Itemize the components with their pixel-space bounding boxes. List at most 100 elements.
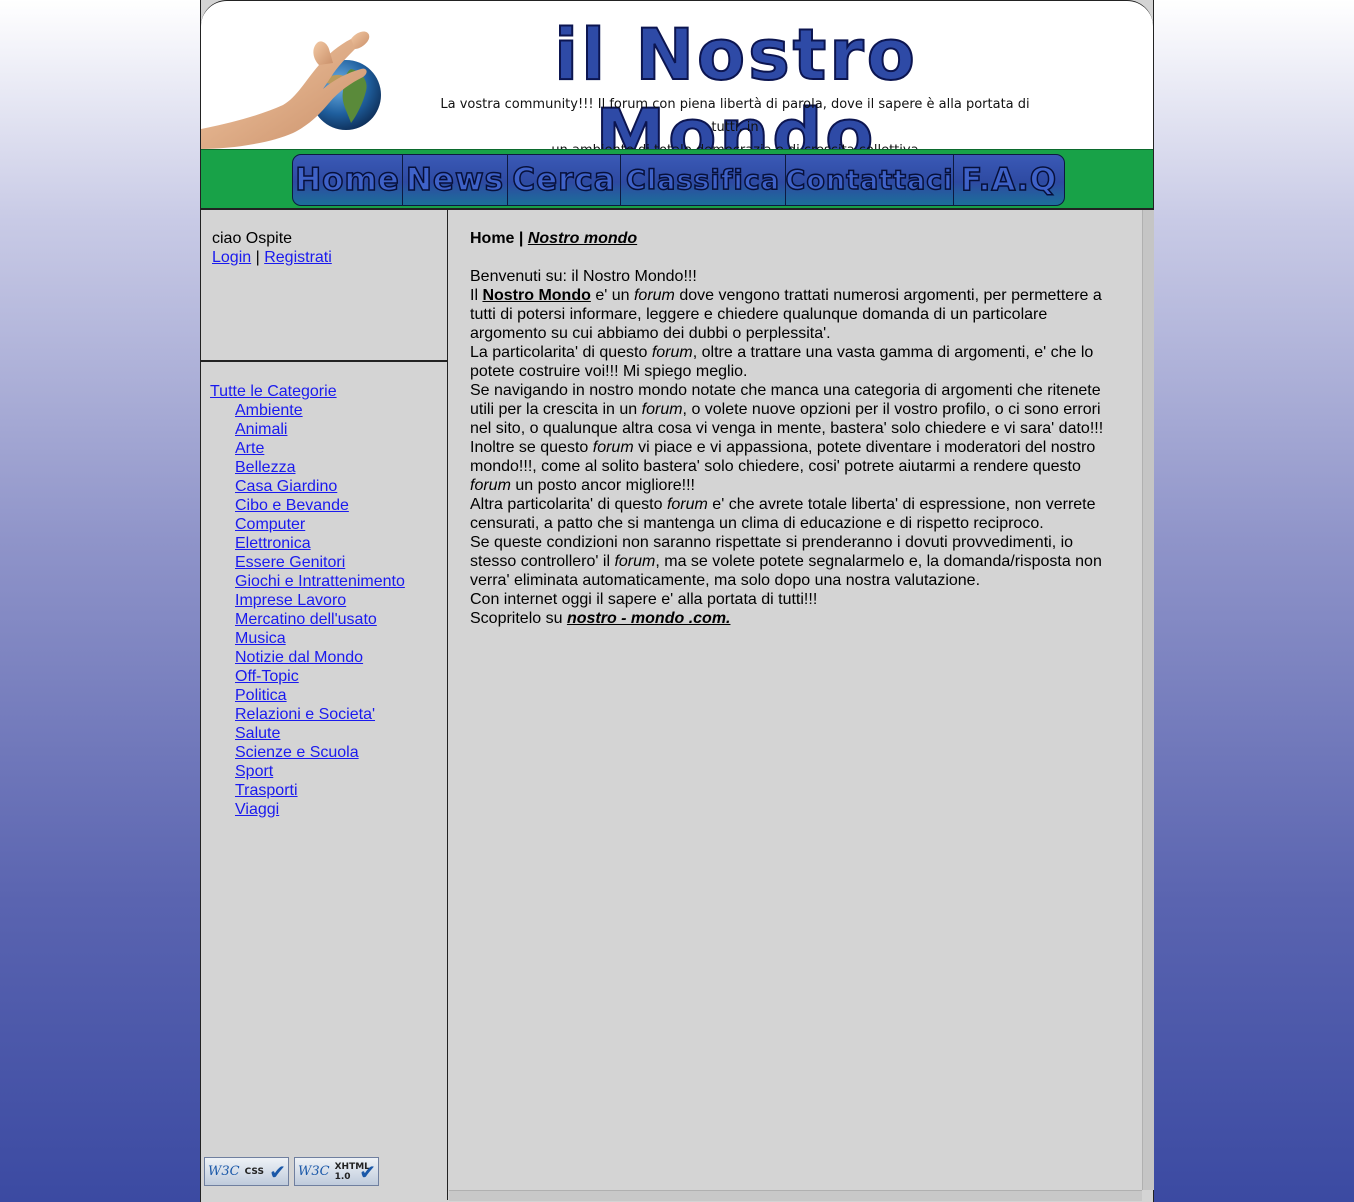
breadcrumb: Home | Nostro mondo bbox=[470, 229, 1121, 248]
nav-faq-button[interactable]: F.A.Q bbox=[954, 155, 1064, 205]
tagline-line-1: La vostra community!!! Il forum con pien… bbox=[440, 97, 1030, 135]
paragraph-particularity: La particolarita' di questo forum, oltre… bbox=[470, 343, 1121, 381]
nav-news-button[interactable]: News bbox=[403, 155, 508, 205]
paragraph-intro: Il Nostro Mondo e' un forum dove vengono… bbox=[470, 286, 1121, 343]
text-run: La particolarita' di questo bbox=[470, 344, 652, 361]
category-link-casa-giardino[interactable]: Casa Giardino bbox=[235, 478, 337, 495]
list-item: Scienze e Scuola bbox=[235, 743, 405, 762]
category-link-computer[interactable]: Computer bbox=[235, 516, 305, 533]
forum-emphasis: forum bbox=[633, 287, 675, 304]
category-link-cibo-bevande[interactable]: Cibo e Bevande bbox=[235, 497, 349, 514]
w3c-xhtml-badge[interactable]: W3C XHTML 1.0 ✔ bbox=[294, 1157, 379, 1186]
category-link-sport[interactable]: Sport bbox=[235, 763, 273, 780]
nav-classifica-button[interactable]: Classifica bbox=[621, 155, 786, 205]
checkmark-icon: ✔ bbox=[359, 1162, 376, 1184]
breadcrumb-home: Home bbox=[470, 230, 515, 247]
breadcrumb-current-link[interactable]: Nostro mondo bbox=[528, 230, 637, 247]
nav-cerca-button[interactable]: Cerca bbox=[508, 155, 621, 205]
list-item: Notizie dal Mondo bbox=[235, 648, 405, 667]
category-link-ambiente[interactable]: Ambiente bbox=[235, 402, 303, 419]
paragraph-moderators: Inoltre se questo forum vi piace e vi ap… bbox=[470, 438, 1121, 495]
user-box: ciao Ospite Login | Registrati bbox=[212, 229, 332, 267]
category-link-musica[interactable]: Musica bbox=[235, 630, 286, 647]
validation-badges: W3C CSS ✔ W3C XHTML 1.0 ✔ bbox=[204, 1157, 379, 1186]
category-link-giochi[interactable]: Giochi e Intrattenimento bbox=[235, 573, 405, 590]
category-link-elettronica[interactable]: Elettronica bbox=[235, 535, 311, 552]
category-link-trasporti[interactable]: Trasporti bbox=[235, 782, 298, 799]
content-vertical-scrollbar[interactable] bbox=[1142, 210, 1154, 1190]
category-link-scienze[interactable]: Scienze e Scuola bbox=[235, 744, 359, 761]
category-link-animali[interactable]: Animali bbox=[235, 421, 287, 438]
paragraph-internet: Con internet oggi il sapere e' alla port… bbox=[470, 591, 818, 608]
site-header: il Nostro Mondo La vostra community!!! I… bbox=[201, 0, 1153, 150]
list-item: Cibo e Bevande bbox=[235, 496, 405, 515]
hand-holding-globe-image bbox=[201, 31, 381, 149]
list-item: Giochi e Intrattenimento bbox=[235, 572, 405, 591]
w3c-logo: W3C bbox=[298, 1164, 330, 1179]
text-run: Scopritelo su bbox=[470, 610, 567, 627]
list-item: Mercatino dell'usato bbox=[235, 610, 405, 629]
badge-label-version: 1.0 bbox=[334, 1171, 351, 1182]
text-run: Inoltre se questo bbox=[470, 439, 593, 456]
nav-contattaci-button[interactable]: Contattaci bbox=[785, 155, 954, 205]
paragraph-rules: Se queste condizioni non saranno rispett… bbox=[470, 533, 1121, 590]
forum-emphasis: forum bbox=[592, 439, 634, 456]
sidebar-divider bbox=[201, 360, 448, 362]
main-navbar: Home News Cerca Classifica Contattaci F.… bbox=[201, 149, 1153, 210]
category-link-imprese-lavoro[interactable]: Imprese Lavoro bbox=[235, 592, 346, 609]
text-run: Altra particolarita' di questo bbox=[470, 496, 667, 513]
w3c-css-badge[interactable]: W3C CSS ✔ bbox=[204, 1157, 289, 1186]
auth-links: Login | Registrati bbox=[212, 248, 332, 267]
content-horizontal-scrollbar[interactable] bbox=[449, 1190, 1142, 1201]
welcome-text: Benvenuti su: il Nostro Mondo!!! bbox=[470, 268, 697, 285]
forum-emphasis: forum bbox=[470, 477, 511, 494]
paragraph-suggestions: Se navigando in nostro mondo notate che … bbox=[470, 381, 1121, 438]
checkmark-icon: ✔ bbox=[269, 1162, 286, 1184]
breadcrumb-separator: | bbox=[518, 230, 524, 247]
forum-emphasis: forum bbox=[614, 553, 656, 570]
all-categories-link[interactable]: Tutte le Categorie bbox=[210, 383, 337, 400]
category-items: Ambiente Animali Arte Bellezza Casa Giar… bbox=[210, 401, 405, 819]
site-domain-link[interactable]: nostro - mondo .com. bbox=[567, 610, 731, 627]
category-link-viaggi[interactable]: Viaggi bbox=[235, 801, 279, 818]
list-item: Computer bbox=[235, 515, 405, 534]
nostro-mondo-link[interactable]: Nostro Mondo bbox=[482, 287, 590, 304]
w3c-logo: W3C bbox=[208, 1164, 240, 1179]
paragraph-discover: Scopritelo su nostro - mondo .com. bbox=[470, 609, 1121, 628]
nav-home-button[interactable]: Home bbox=[293, 155, 403, 205]
category-link-arte[interactable]: Arte bbox=[235, 440, 264, 457]
list-item: Casa Giardino bbox=[235, 477, 405, 496]
list-item: Salute bbox=[235, 724, 405, 743]
site-logo-title: il Nostro Mondo bbox=[553, 14, 918, 150]
category-link-salute[interactable]: Salute bbox=[235, 725, 280, 742]
list-item: Trasporti bbox=[235, 781, 405, 800]
list-item: Viaggi bbox=[235, 800, 405, 819]
list-item: Arte bbox=[235, 439, 405, 458]
category-link-relazioni[interactable]: Relazioni e Societa' bbox=[235, 706, 375, 723]
category-link-politica[interactable]: Politica bbox=[235, 687, 287, 704]
forum-emphasis: forum bbox=[641, 401, 683, 418]
category-link-essere-genitori[interactable]: Essere Genitori bbox=[235, 554, 345, 571]
login-link[interactable]: Login bbox=[212, 249, 251, 266]
category-link-off-topic[interactable]: Off-Topic bbox=[235, 668, 299, 685]
register-link[interactable]: Registrati bbox=[264, 249, 332, 266]
forum-emphasis: forum bbox=[651, 344, 693, 361]
forum-emphasis: forum bbox=[666, 496, 708, 513]
list-item: Ambiente bbox=[235, 401, 405, 420]
list-item: Politica bbox=[235, 686, 405, 705]
text-run: un posto ancor migliore!!! bbox=[510, 477, 695, 494]
category-list: Tutte le Categorie Ambiente Animali Arte… bbox=[210, 382, 405, 819]
badge-label: CSS bbox=[244, 1166, 264, 1177]
auth-separator: | bbox=[255, 249, 260, 266]
main-content: Home | Nostro mondo Benvenuti su: il Nos… bbox=[449, 210, 1142, 1190]
main-menu: Home News Cerca Classifica Contattaci F.… bbox=[292, 154, 1065, 206]
list-item: Musica bbox=[235, 629, 405, 648]
list-item: Essere Genitori bbox=[235, 553, 405, 572]
list-item: Sport bbox=[235, 762, 405, 781]
text-run: e' un bbox=[590, 287, 634, 304]
category-link-notizie[interactable]: Notizie dal Mondo bbox=[235, 649, 363, 666]
category-link-bellezza[interactable]: Bellezza bbox=[235, 459, 295, 476]
category-link-mercatino[interactable]: Mercatino dell'usato bbox=[235, 611, 377, 628]
paragraph-freedom: Altra particolarita' di questo forum e' … bbox=[470, 495, 1121, 533]
list-item: Imprese Lavoro bbox=[235, 591, 405, 610]
